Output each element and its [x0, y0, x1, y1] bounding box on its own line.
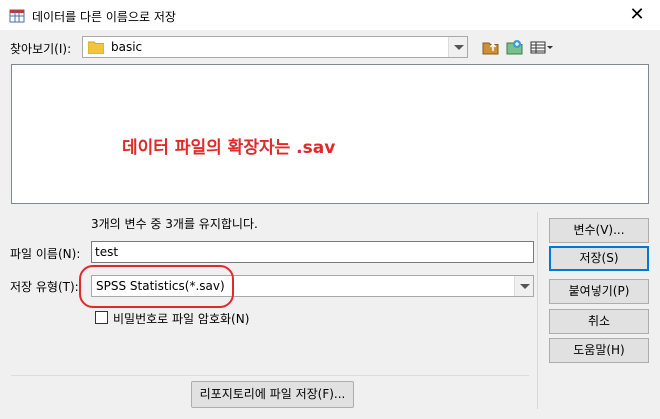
cancel-button[interactable]: 취소: [549, 309, 649, 334]
help-button[interactable]: 도움말(H): [549, 338, 649, 363]
separator: [11, 375, 529, 376]
variables-button[interactable]: 변수(V)...: [549, 218, 649, 243]
chevron-down-icon[interactable]: [514, 276, 533, 296]
save-type-label: 저장 유형(T):: [10, 280, 79, 294]
save-data-as-dialog: 데이터를 다른 이름으로 저장 ✕ 찾아보기(I): basic 데이터 파일의…: [0, 0, 660, 419]
look-in-value: basic: [111, 40, 143, 54]
highlight-annotation: [79, 265, 234, 308]
folder-icon: [87, 40, 105, 55]
spss-app-icon: [9, 7, 25, 23]
encrypt-checkbox[interactable]: [95, 311, 108, 324]
close-button[interactable]: ✕: [614, 0, 660, 30]
file-list-pane[interactable]: 데이터 파일의 확장자는 .sav: [11, 64, 649, 204]
save-button[interactable]: 저장(S): [549, 246, 649, 271]
window-title: 데이터를 다른 이름으로 저장: [32, 10, 176, 24]
file-name-label: 파일 이름(N):: [10, 247, 81, 261]
annotation-text: 데이터 파일의 확장자는 .sav: [122, 138, 336, 158]
paste-button[interactable]: 붙여넣기(P): [549, 279, 649, 304]
divider: [537, 212, 538, 409]
chevron-down-icon[interactable]: [448, 37, 467, 57]
view-menu-icon[interactable]: [529, 38, 555, 56]
file-name-input[interactable]: [91, 241, 534, 263]
store-to-repository-button[interactable]: 리포지토리에 파일 저장(F)...: [191, 381, 354, 408]
title-bar: 데이터를 다른 이름으로 저장 ✕: [0, 0, 660, 30]
look-in-label: 찾아보기(I):: [10, 42, 72, 56]
up-folder-icon[interactable]: [481, 38, 501, 56]
look-in-dropdown[interactable]: basic: [82, 36, 468, 58]
new-folder-icon[interactable]: [505, 38, 525, 56]
variables-kept-info: 3개의 변수 중 3개를 유지합니다.: [91, 217, 258, 231]
encrypt-label: 비밀번호로 파일 암호화(N): [113, 312, 250, 326]
